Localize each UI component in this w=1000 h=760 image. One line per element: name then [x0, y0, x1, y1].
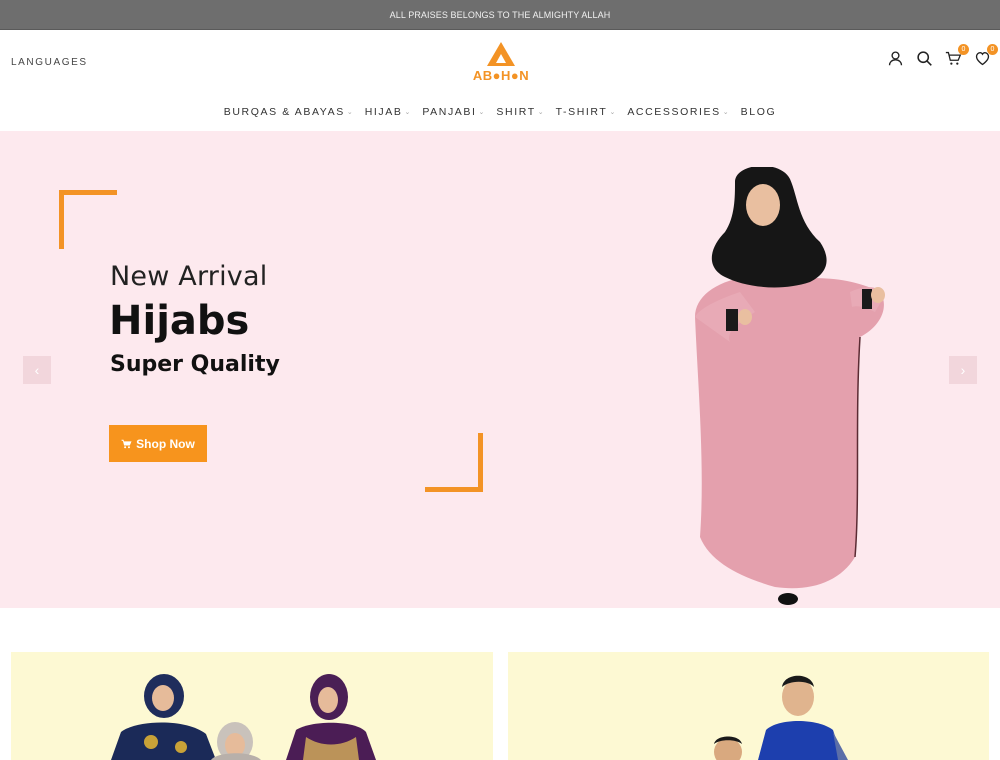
hero-tagline: Super Quality	[110, 352, 280, 377]
wishlist-heart-icon[interactable]: 0	[974, 44, 998, 67]
site-logo[interactable]: AB●H●N	[455, 40, 547, 86]
chevron-down-icon: ⌄	[478, 109, 485, 116]
search-icon[interactable]	[916, 50, 933, 67]
chevron-down-icon: ⌄	[722, 109, 729, 116]
nav-item-hijab[interactable]: HIJAB ⌄	[359, 106, 417, 118]
chevron-right-icon: ›	[960, 362, 966, 378]
account-icon[interactable]	[887, 50, 904, 67]
announcement-bar: ALL PRAISES BELONGS TO THE ALMIGHTY ALLA…	[0, 0, 1000, 30]
site-header: LANGUAGES AB●H●N 0 0 BURQAS & ABAYAS ⌄ HI…	[0, 30, 1000, 130]
nav-item-label: T-SHIRT	[555, 106, 608, 118]
chevron-down-icon: ⌄	[609, 109, 616, 116]
header-icons: 0 0	[887, 44, 998, 67]
slider-next-button[interactable]: ›	[949, 356, 977, 384]
men-models-image	[714, 675, 848, 760]
nav-item-label: BURQAS & ABAYAS	[223, 106, 345, 118]
slider-prev-button[interactable]: ‹	[23, 356, 51, 384]
decorative-corner-bottom-right	[425, 433, 483, 492]
logo-text: AB●H●N	[472, 68, 530, 83]
nav-item-accessories[interactable]: ACCESSORIES ⌄	[621, 106, 734, 118]
main-navigation: BURQAS & ABAYAS ⌄ HIJAB ⌄ PANJABI ⌄ SHIRT ⌄ …	[0, 106, 1000, 118]
logo-triangle-icon	[487, 42, 515, 66]
languages-selector[interactable]: LANGUAGES	[11, 57, 88, 68]
hero-title: Hijabs	[109, 298, 250, 344]
wishlist-count-badge: 0	[987, 44, 998, 55]
nav-item-t-shirt[interactable]: T-SHIRT ⌄	[550, 106, 622, 118]
nav-item-panjabi[interactable]: PANJABI ⌄	[416, 106, 490, 118]
chevron-left-icon: ‹	[34, 362, 40, 378]
nav-item-label: ACCESSORIES	[627, 106, 721, 118]
nav-item-label: BLOG	[740, 106, 777, 118]
chevron-down-icon: ⌄	[404, 109, 411, 116]
nav-item-burqas-abayas[interactable]: BURQAS & ABAYAS ⌄	[218, 106, 359, 118]
announcement-text: ALL PRAISES BELONGS TO THE ALMIGHTY ALLA…	[389, 9, 611, 20]
category-banner-women[interactable]	[11, 652, 493, 760]
chevron-down-icon: ⌄	[346, 109, 353, 116]
women-models-image	[111, 674, 376, 760]
nav-item-shirt[interactable]: SHIRT ⌄	[490, 106, 549, 118]
cart-count-badge: 0	[958, 44, 969, 55]
hero-slider: New Arrival Hijabs Super Quality Shop No…	[0, 131, 1000, 608]
shop-now-button[interactable]: Shop Now	[109, 425, 207, 462]
nav-item-label: PANJABI	[422, 106, 477, 118]
cart-icon[interactable]: 0	[945, 44, 969, 67]
category-banner-men[interactable]	[508, 652, 989, 760]
hero-subtitle: New Arrival	[110, 261, 268, 292]
hero-model-image	[695, 167, 885, 605]
nav-item-blog[interactable]: BLOG	[735, 106, 783, 118]
cart-icon	[121, 439, 132, 448]
decorative-corner-top-left	[59, 190, 117, 249]
nav-item-label: HIJAB	[364, 106, 403, 118]
shop-now-label: Shop Now	[136, 436, 195, 451]
nav-item-label: SHIRT	[496, 106, 536, 118]
chevron-down-icon: ⌄	[537, 109, 544, 116]
